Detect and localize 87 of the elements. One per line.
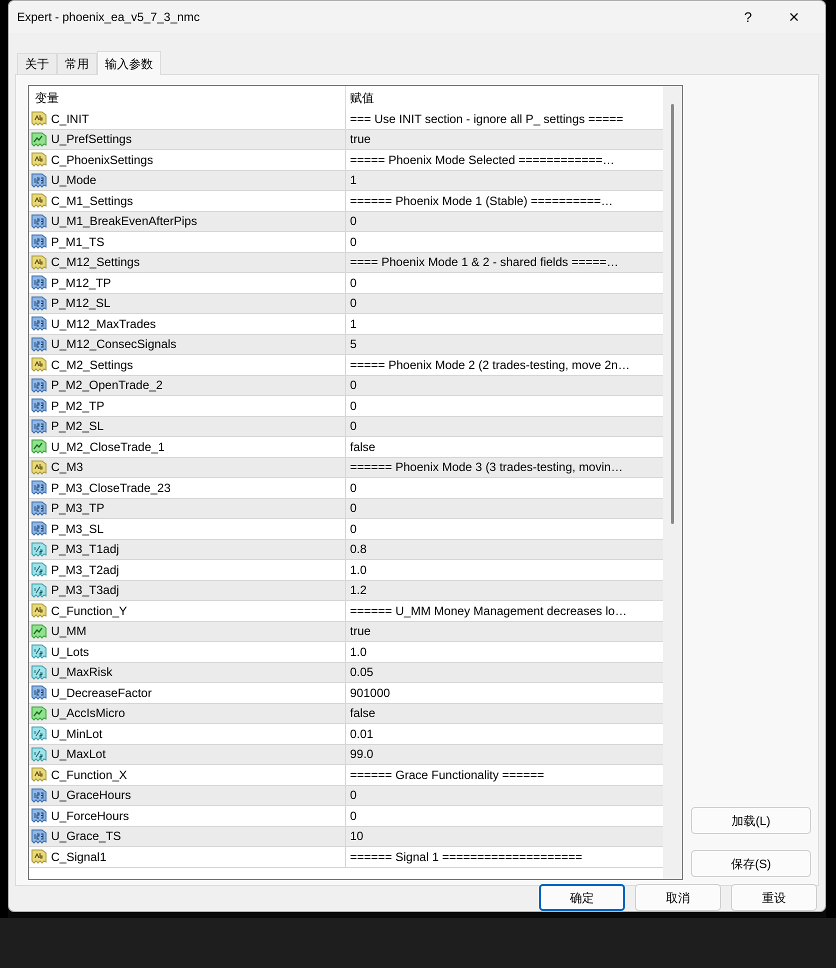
value-cell[interactable]: 5 [346,335,357,354]
value-cell[interactable]: ====== U_MM Money Management decreases lo… [346,602,627,620]
variable-name: P_M3_SL [51,520,104,538]
variable-name: P_M2_OpenTrade_2 [51,377,163,394]
variable-name: U_DecreaseFactor [51,684,152,702]
value-cell[interactable]: 0.01 [346,724,374,743]
variable-name: C_Signal1 [51,848,106,866]
dialog-button[interactable]: 取消 [635,884,721,911]
value-cell[interactable]: 1.0 [346,642,367,661]
variable-name: U_MaxRisk [51,664,112,682]
close-button[interactable]: × [771,1,817,33]
variable-name: P_M2_SL [51,418,104,436]
value-cell[interactable]: 0 [346,274,357,292]
dialog-button[interactable]: 确定 [539,884,625,911]
value-cell[interactable]: 0 [346,396,357,415]
variable-name: U_GraceHours [51,787,132,804]
variable-name: P_M12_TP [51,274,112,292]
value-cell[interactable]: 0 [346,294,357,312]
value-cell[interactable]: 0 [346,478,357,497]
variable-name: U_M12_ConsecSignals [51,336,176,354]
scrollbar-thumb[interactable] [671,104,674,524]
variable-name: P_M2_TP [51,398,104,415]
value-cell[interactable]: 0 [346,212,357,230]
variable-name: P_M3_T3adj [51,582,120,600]
variable-name: C_INIT [51,110,90,128]
value-cell[interactable]: 0 [346,520,357,538]
value-cell[interactable]: 1.0 [346,560,367,579]
variable-name: U_Grace_TS [51,828,122,846]
variable-name: C_Function_Y [51,602,128,620]
variable-name: P_M1_TS [51,234,104,251]
help-button[interactable]: ? [725,1,771,33]
variable-name: C_PhoenixSettings [51,152,154,169]
tab[interactable]: 常用 [57,53,97,74]
value-cell[interactable]: 1 [346,171,357,190]
tab[interactable]: 关于 [17,53,57,74]
value-cell[interactable]: ====== Phoenix Mode 3 (3 trades-testing, movin… [346,458,623,476]
value-cell[interactable]: 0 [346,232,357,251]
variable-name: C_M1_Settings [51,192,134,210]
variable-name: C_M3 [51,459,84,476]
value-cell[interactable]: true [346,130,371,148]
variable-name: P_M12_SL [51,295,110,312]
value-cell[interactable]: 0 [346,376,357,394]
side-button[interactable]: 保存(S) [691,850,811,877]
variable-name: C_M12_Settings [51,254,140,272]
value-cell[interactable]: ====== Signal 1 ==================== [346,848,582,866]
value-cell[interactable]: ===== Phoenix Mode 2 (2 trades-testing, move 2n… [346,356,630,374]
value-cell[interactable]: true [346,622,371,640]
value-cell[interactable]: false [346,704,376,722]
column-header[interactable]: 赋值 [346,86,663,109]
variable-name: U_AccIsMicro [51,705,126,722]
value-cell[interactable]: 0 [346,806,357,825]
value-cell[interactable]: 0 [346,786,357,804]
variable-name: U_PrefSettings [51,131,132,148]
value-cell[interactable]: 0.8 [346,540,367,558]
variable-name: P_M3_T2adj [51,562,120,579]
value-cell[interactable]: 0.05 [346,663,374,682]
value-cell[interactable]: ===== Phoenix Mode Selected ============… [346,150,615,169]
variable-name: U_M2_CloseTrade_1 [51,438,165,456]
variable-name: P_M3_T1adj [51,541,120,558]
value-cell[interactable]: ==== Phoenix Mode 1 & 2 - shared fields =====… [346,253,619,272]
value-cell[interactable]: ====== Phoenix Mode 1 (Stable) ==========… [346,192,613,210]
value-cell[interactable]: 99.0 [346,745,374,764]
variable-name: C_M2_Settings [51,356,134,374]
value-cell[interactable]: 10 [346,827,364,846]
variable-name: U_Lots [51,644,90,661]
value-cell[interactable]: 0 [346,499,357,518]
variable-name: U_MinLot [51,726,102,743]
variable-name: U_MM [51,623,86,640]
tab[interactable]: 输入参数 [97,51,161,75]
value-cell[interactable]: === Use INIT section - ignore all P_ settings ===== [346,110,624,128]
variable-name: U_Mode [51,172,96,190]
variable-name: U_M12_MaxTrades [51,316,156,333]
value-cell[interactable]: ====== Grace Functionality ====== [346,766,544,784]
variable-name: P_M3_CloseTrade_23 [51,480,171,497]
value-cell[interactable]: 1 [346,314,357,333]
variable-name: C_Function_X [51,766,128,784]
variable-name: U_ForceHours [51,808,130,825]
variable-name: U_M1_BreakEvenAfterPips [51,213,198,230]
value-cell[interactable]: false [346,438,376,456]
value-cell[interactable]: 901000 [346,684,390,702]
dialog-button[interactable]: 重设 [731,884,817,911]
variable-name: U_MaxLot [51,746,106,764]
value-cell[interactable]: 1.2 [346,581,367,600]
window-title: Expert - phoenix_ea_v5_7_3_nmc [17,9,201,26]
value-cell[interactable]: 0 [346,417,357,436]
variable-name: P_M3_TP [51,500,104,518]
side-button[interactable]: 加载(L) [691,807,811,834]
